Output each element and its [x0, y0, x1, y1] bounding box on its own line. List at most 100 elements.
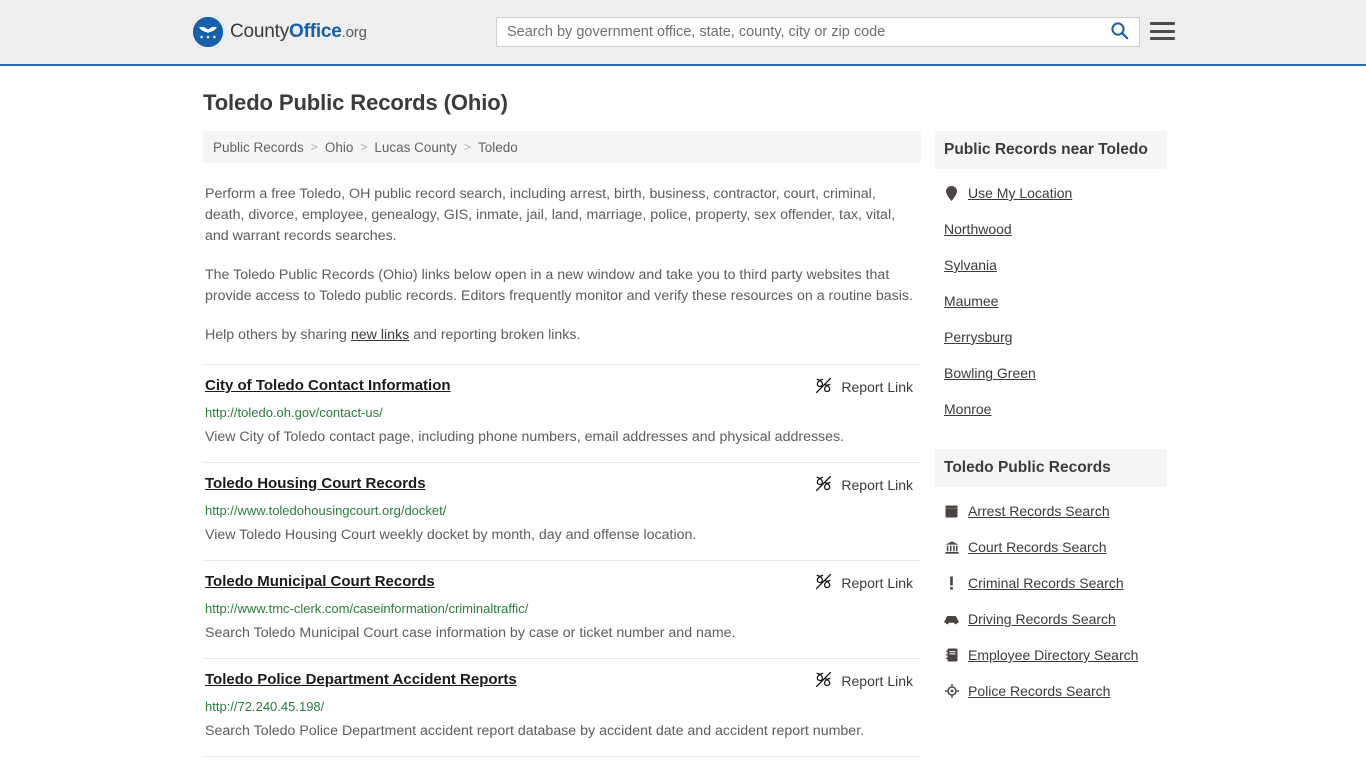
report-link-button[interactable]: Report Link	[815, 671, 919, 691]
hamburger-menu-icon[interactable]	[1150, 20, 1175, 42]
result-item: Toledo Municipal Court Records Report Li…	[203, 560, 921, 658]
breadcrumb: Public Records > Ohio > Lucas County > T…	[203, 131, 921, 163]
sidebar-item-employee-directory[interactable]: Employee Directory Search	[935, 637, 1167, 673]
sidebar-link-label[interactable]: Monroe	[944, 401, 991, 417]
intro-paragraph-1: Perform a free Toledo, OH public record …	[205, 186, 896, 244]
result-item: Toledo Police Department Website Report …	[203, 756, 921, 768]
sidebar-item-use-my-location[interactable]: Use My Location	[935, 175, 1167, 211]
report-link-button[interactable]: Report Link	[815, 475, 919, 495]
main-content: Public Records > Ohio > Lucas County > T…	[203, 131, 921, 768]
page-body: Toledo Public Records (Ohio) Public Reco…	[0, 90, 1366, 768]
report-link-label: Report Link	[841, 575, 913, 591]
broken-link-icon	[815, 573, 832, 593]
intro-paragraph-2: The Toledo Public Records (Ohio) links b…	[205, 267, 913, 304]
sidebar-item-perrysburg[interactable]: Perrysburg	[935, 319, 1167, 355]
sidebar-records-heading: Toledo Public Records	[935, 449, 1167, 487]
search-input[interactable]	[497, 18, 1099, 46]
sidebar-link-label[interactable]: Court Records Search	[968, 539, 1107, 555]
result-header: City of Toledo Contact Information Repor…	[205, 377, 919, 397]
content-columns: Public Records > Ohio > Lucas County > T…	[0, 131, 1366, 768]
result-description: View Toledo Housing Court weekly docket …	[205, 527, 697, 543]
page-title: Toledo Public Records (Ohio)	[203, 90, 508, 115]
sidebar-link-label[interactable]: Criminal Records Search	[968, 575, 1124, 591]
logo-wordmark: CountyOffice.org	[230, 21, 367, 43]
broken-link-icon	[815, 671, 832, 691]
sidebar-item-criminal-records[interactable]: Criminal Records Search	[935, 565, 1167, 601]
sidebar-link-label[interactable]: Sylvania	[944, 257, 997, 273]
breadcrumb-item-ohio[interactable]: Ohio	[325, 140, 354, 155]
result-item: Toledo Housing Court Records Report Link	[203, 462, 921, 560]
report-link-label: Report Link	[841, 379, 913, 395]
result-item: City of Toledo Contact Information Repor…	[203, 364, 921, 462]
logo-text-office: Office	[289, 21, 342, 42]
sidebar-item-arrest-records[interactable]: Arrest Records Search	[935, 493, 1167, 529]
report-link-button[interactable]: Report Link	[815, 377, 919, 397]
broken-link-icon	[815, 377, 832, 397]
result-title-link[interactable]: Toledo Housing Court Records	[205, 475, 426, 492]
sidebar-link-label[interactable]: Use My Location	[968, 185, 1072, 201]
new-links-link[interactable]: new links	[351, 327, 409, 343]
sidebar-item-driving-records[interactable]: Driving Records Search	[935, 601, 1167, 637]
result-url[interactable]: http://www.toledohousingcourt.org/docket…	[205, 503, 919, 518]
result-header: Toledo Municipal Court Records Report Li…	[205, 573, 919, 593]
sidebar-link-label[interactable]: Northwood	[944, 221, 1012, 237]
sidebar-item-police-records[interactable]: Police Records Search	[935, 673, 1167, 709]
courthouse-icon	[944, 540, 959, 554]
sidebar-item-maumee[interactable]: Maumee	[935, 283, 1167, 319]
report-link-label: Report Link	[841, 477, 913, 493]
hamburger-bar	[1150, 37, 1175, 40]
result-title-link[interactable]: City of Toledo Contact Information	[205, 377, 451, 394]
sidebar-item-court-records[interactable]: Court Records Search	[935, 529, 1167, 565]
search-icon	[1110, 21, 1129, 43]
result-url[interactable]: http://72.240.45.198/	[205, 699, 919, 714]
site-header: CountyOffice.org	[0, 0, 1366, 66]
report-link-button[interactable]: Report Link	[815, 573, 919, 593]
broken-link-icon	[815, 475, 832, 495]
sidebar-nearby-list: Use My Location Northwood Sylvania Maume…	[935, 169, 1167, 427]
sidebar-nearby-heading: Public Records near Toledo	[935, 131, 1167, 169]
result-url[interactable]: http://www.tmc-clerk.com/caseinformation…	[205, 601, 919, 616]
address-book-icon	[944, 648, 959, 662]
sidebar-records-list: Arrest Records Search Court Records Sear…	[935, 487, 1167, 709]
sidebar-item-northwood[interactable]: Northwood	[935, 211, 1167, 247]
logo-text-org: .org	[341, 24, 367, 41]
search-bar[interactable]	[496, 17, 1140, 47]
result-title-link[interactable]: Toledo Police Department Accident Report…	[205, 671, 517, 688]
exclamation-icon	[944, 576, 959, 590]
sidebar: Public Records near Toledo Use My Locati…	[935, 131, 1167, 768]
breadcrumb-separator: >	[463, 140, 471, 154]
sidebar-records-box: Toledo Public Records Arrest Records Sea…	[935, 449, 1167, 709]
sidebar-link-label[interactable]: Maumee	[944, 293, 998, 309]
result-description: Search Toledo Police Department accident…	[205, 723, 865, 739]
map-pin-icon	[944, 185, 959, 201]
breadcrumb-item-lucas-county[interactable]: Lucas County	[374, 140, 457, 155]
sidebar-link-label[interactable]: Perrysburg	[944, 329, 1012, 345]
result-header: Toledo Housing Court Records Report Link	[205, 475, 919, 495]
report-link-label: Report Link	[841, 673, 913, 689]
sidebar-link-label[interactable]: Bowling Green	[944, 365, 1036, 381]
car-icon	[944, 614, 959, 625]
site-logo[interactable]: CountyOffice.org	[193, 17, 367, 47]
sidebar-link-label[interactable]: Employee Directory Search	[968, 647, 1138, 663]
intro-section: Perform a free Toledo, OH public record …	[203, 184, 921, 346]
result-header: Toledo Police Department Accident Report…	[205, 671, 919, 691]
sidebar-link-label[interactable]: Arrest Records Search	[968, 503, 1110, 519]
sidebar-item-sylvania[interactable]: Sylvania	[935, 247, 1167, 283]
search-button[interactable]	[1099, 18, 1139, 46]
sidebar-link-label[interactable]: Driving Records Search	[968, 611, 1116, 627]
breadcrumb-item-public-records[interactable]: Public Records	[213, 140, 304, 155]
sidebar-item-monroe[interactable]: Monroe	[935, 391, 1167, 427]
police-badge-icon	[944, 684, 959, 698]
sidebar-link-label[interactable]: Police Records Search	[968, 683, 1110, 699]
result-url[interactable]: http://toledo.oh.gov/contact-us/	[205, 405, 919, 420]
sidebar-item-bowling-green[interactable]: Bowling Green	[935, 355, 1167, 391]
intro-text-before-link: Help others by sharing	[205, 327, 351, 343]
sidebar-nearby-box: Public Records near Toledo Use My Locati…	[935, 131, 1167, 427]
breadcrumb-separator: >	[360, 140, 368, 154]
fingerprint-icon	[944, 505, 959, 518]
breadcrumb-item-toledo: Toledo	[477, 139, 518, 155]
result-description: View City of Toledo contact page, includ…	[205, 429, 845, 445]
result-title-link[interactable]: Toledo Municipal Court Records	[205, 573, 435, 590]
result-item: Toledo Police Department Accident Report…	[203, 658, 921, 756]
eagle-shield-icon	[193, 17, 223, 47]
